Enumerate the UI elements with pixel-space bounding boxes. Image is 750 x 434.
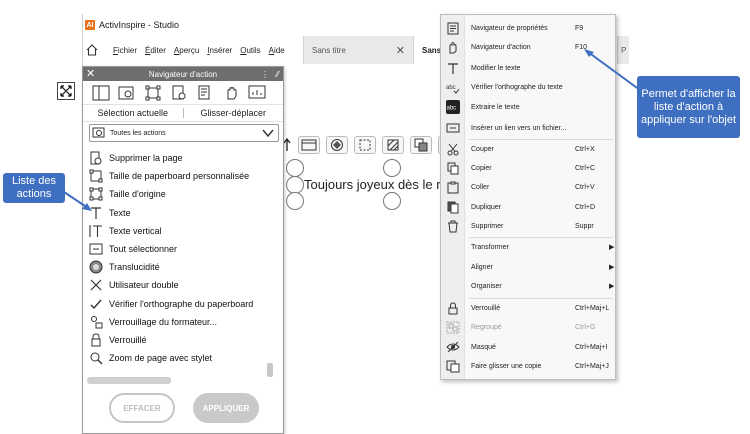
callout-arrows (63, 49, 641, 211)
callout-action-list: Liste des actions (3, 173, 65, 203)
callout-action-browser: Permet d'afficher la liste d'action à ap… (637, 76, 740, 138)
